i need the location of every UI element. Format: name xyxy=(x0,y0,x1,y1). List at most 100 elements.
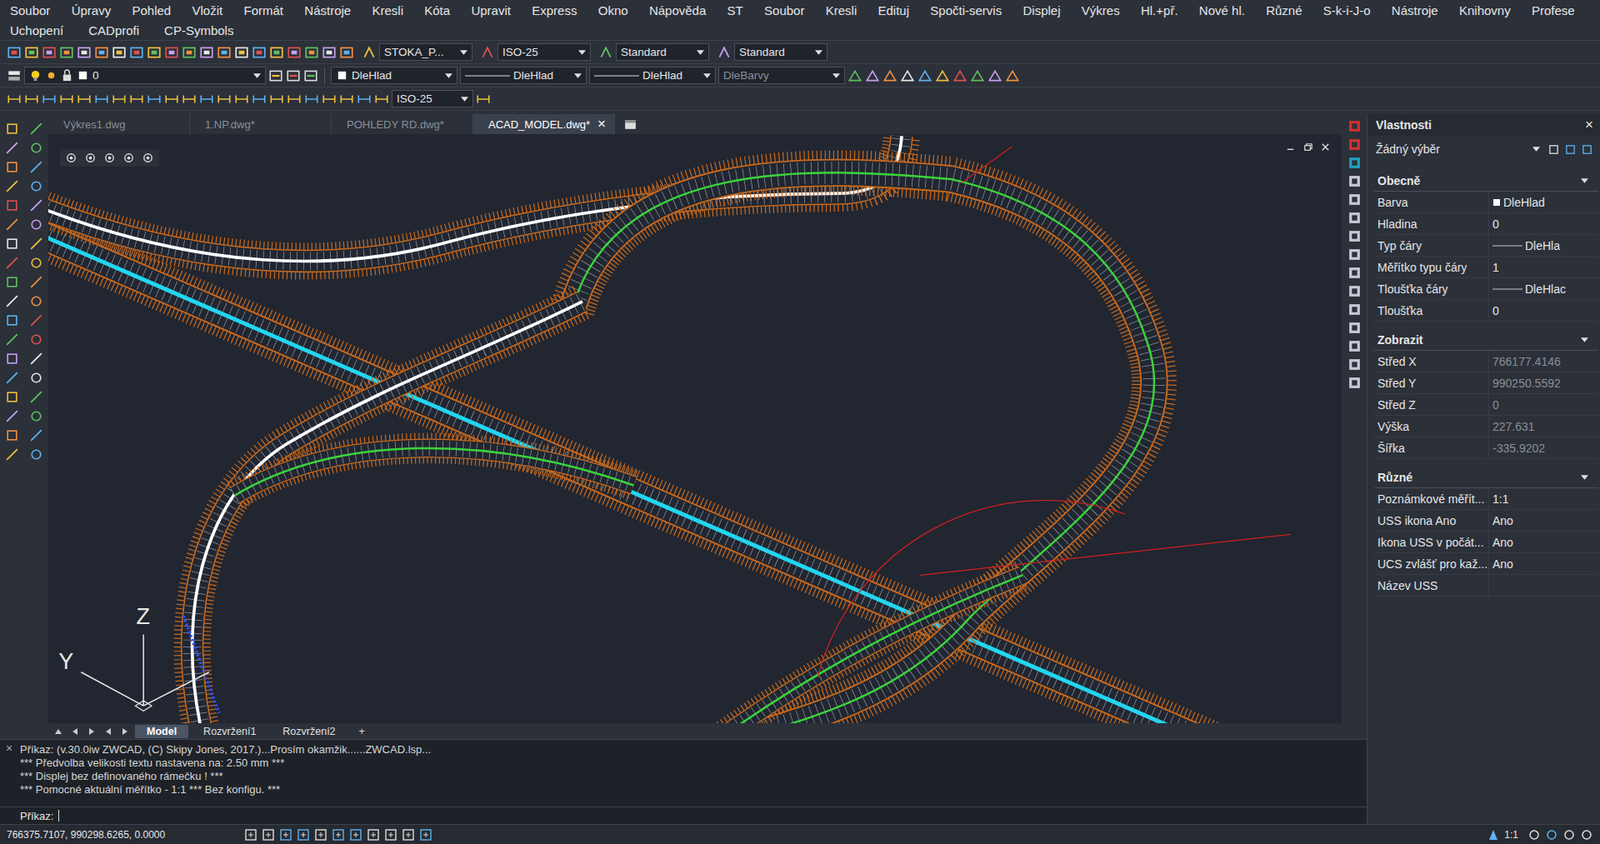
style-dropdown[interactable]: STOKA_P... xyxy=(379,43,473,61)
draw-tool-icon[interactable] xyxy=(29,390,44,405)
draw-tool-icon[interactable] xyxy=(5,351,20,366)
tool-icon[interactable] xyxy=(952,68,968,84)
style-dropdown[interactable]: ISO-25 xyxy=(497,43,591,61)
draw-tool-icon[interactable] xyxy=(5,255,20,270)
tool-icon[interactable] xyxy=(987,68,1003,84)
menu-item[interactable]: Edituj xyxy=(878,2,910,19)
tab-nav-icon[interactable] xyxy=(70,727,80,736)
dimension-icon[interactable] xyxy=(251,91,267,107)
side-tool-icon[interactable] xyxy=(1347,375,1362,390)
menu-item[interactable]: Vložit xyxy=(192,2,224,19)
document-tab[interactable]: POHLEDY RD.dwg* xyxy=(331,114,474,135)
status-toggle-icon[interactable] xyxy=(349,828,363,842)
tool-icon[interactable] xyxy=(94,45,110,60)
dimension-icon[interactable] xyxy=(111,91,127,107)
draw-tool-icon[interactable] xyxy=(5,313,20,328)
property-dropdown[interactable]: DleHlad xyxy=(460,66,587,85)
tool-icon[interactable] xyxy=(199,45,215,60)
menu-item[interactable]: Nástroje xyxy=(1391,2,1439,19)
view-tool-icon[interactable] xyxy=(122,151,135,165)
select-tool-icon[interactable] xyxy=(1564,143,1577,156)
menu-item[interactable]: Pohled xyxy=(131,2,171,19)
tool-icon[interactable] xyxy=(6,45,22,60)
tool-icon[interactable] xyxy=(847,68,863,84)
command-close-button[interactable]: × xyxy=(5,741,13,755)
draw-tool-icon[interactable] xyxy=(29,294,44,309)
draw-tool-icon[interactable] xyxy=(5,332,20,347)
document-tab[interactable]: 1.NP.dwg* xyxy=(190,114,332,135)
tool-icon[interactable] xyxy=(76,45,92,60)
status-tool-icon[interactable] xyxy=(1527,828,1541,842)
side-tool-icon[interactable] xyxy=(1347,339,1362,354)
property-row[interactable]: BarvaDleHlad xyxy=(1374,191,1599,214)
dimstyle-icon[interactable] xyxy=(475,91,491,107)
tool-icon[interactable] xyxy=(865,68,880,84)
tool-icon[interactable] xyxy=(286,45,302,60)
tool-icon[interactable] xyxy=(24,45,40,60)
menu-item[interactable]: Hl.+př. xyxy=(1140,2,1179,19)
menu-item[interactable]: Kresli xyxy=(825,2,858,19)
annotation-icon[interactable] xyxy=(1486,828,1500,842)
dimension-icon[interactable] xyxy=(234,91,250,107)
status-toggle-icon[interactable] xyxy=(384,828,398,842)
layer-dropdown[interactable]: 0 xyxy=(24,66,266,85)
property-row[interactable]: Výška227.631 xyxy=(1374,415,1599,438)
tool-icon[interactable] xyxy=(181,45,197,60)
draw-tool-icon[interactable] xyxy=(29,428,44,443)
side-tool-icon[interactable] xyxy=(1347,320,1362,335)
side-tool-icon[interactable] xyxy=(1347,192,1362,207)
close-icon[interactable] xyxy=(1319,140,1332,154)
draw-tool-icon[interactable] xyxy=(5,294,20,309)
menu-item[interactable]: S-k-i-J-o xyxy=(1323,2,1371,19)
status-toggle-icon[interactable] xyxy=(314,828,328,842)
tool-icon[interactable] xyxy=(111,45,127,60)
property-row[interactable]: Měřítko typu čáry1 xyxy=(1374,256,1599,279)
style-dropdown[interactable]: Standard xyxy=(734,43,828,61)
side-tool-icon[interactable] xyxy=(1347,210,1362,225)
draw-tool-icon[interactable] xyxy=(29,447,44,462)
view-tool-icon[interactable] xyxy=(103,151,116,165)
property-row[interactable]: Střed Z0 xyxy=(1374,394,1599,416)
document-tab[interactable]: Výkres1.dwg xyxy=(48,114,190,135)
tool-icon[interactable] xyxy=(970,68,985,84)
minimize-icon[interactable] xyxy=(1284,140,1297,154)
draw-tool-icon[interactable] xyxy=(5,179,20,194)
style-icon[interactable] xyxy=(598,45,614,60)
property-row[interactable]: Ikona USS v počát...Ano xyxy=(1374,531,1599,554)
layout-tab[interactable]: Rozvržení1 xyxy=(191,725,268,739)
draw-tool-icon[interactable] xyxy=(29,351,44,366)
draw-tool-icon[interactable] xyxy=(29,236,44,251)
tab-nav-icon[interactable] xyxy=(87,727,96,736)
draw-tool-icon[interactable] xyxy=(5,447,20,462)
dimension-icon[interactable] xyxy=(321,91,337,107)
property-row[interactable]: Hladina0 xyxy=(1374,213,1599,235)
draw-tool-icon[interactable] xyxy=(5,217,20,232)
draw-tool-icon[interactable] xyxy=(5,140,20,155)
selection-dropdown[interactable]: Žádný výběr xyxy=(1375,142,1544,156)
add-layout-button[interactable]: + xyxy=(350,725,374,739)
status-toggle-icon[interactable] xyxy=(419,828,433,842)
section-header[interactable]: Různé xyxy=(1374,467,1599,489)
tool-icon[interactable] xyxy=(251,45,267,60)
tool-icon[interactable] xyxy=(59,45,75,60)
dimension-icon[interactable] xyxy=(356,91,372,107)
tool-icon[interactable] xyxy=(321,45,337,60)
layout-tab[interactable]: Model xyxy=(135,725,189,739)
side-tool-icon[interactable] xyxy=(1347,284,1362,299)
status-toggle-icon[interactable] xyxy=(366,828,380,842)
style-icon[interactable] xyxy=(480,45,495,60)
property-row[interactable]: Střed X766177.4146 xyxy=(1374,350,1599,373)
side-tool-icon[interactable] xyxy=(1347,247,1362,262)
dimension-icon[interactable] xyxy=(129,91,145,107)
view-tool-icon[interactable] xyxy=(84,151,97,165)
tool-icon[interactable] xyxy=(146,45,162,60)
status-toggle-icon[interactable] xyxy=(279,828,293,842)
property-row[interactable]: Tloušťka čáryDleHlac xyxy=(1374,278,1599,300)
dimension-icon[interactable] xyxy=(269,91,285,107)
layer-tool-icon[interactable] xyxy=(268,68,284,84)
menu-item[interactable]: Express xyxy=(531,2,577,19)
menu-item[interactable]: Soubor xyxy=(10,2,50,19)
property-dropdown[interactable]: DleBarvy xyxy=(718,66,845,85)
property-row[interactable]: Tloušťka0 xyxy=(1374,300,1599,322)
dimension-icon[interactable] xyxy=(199,91,215,107)
